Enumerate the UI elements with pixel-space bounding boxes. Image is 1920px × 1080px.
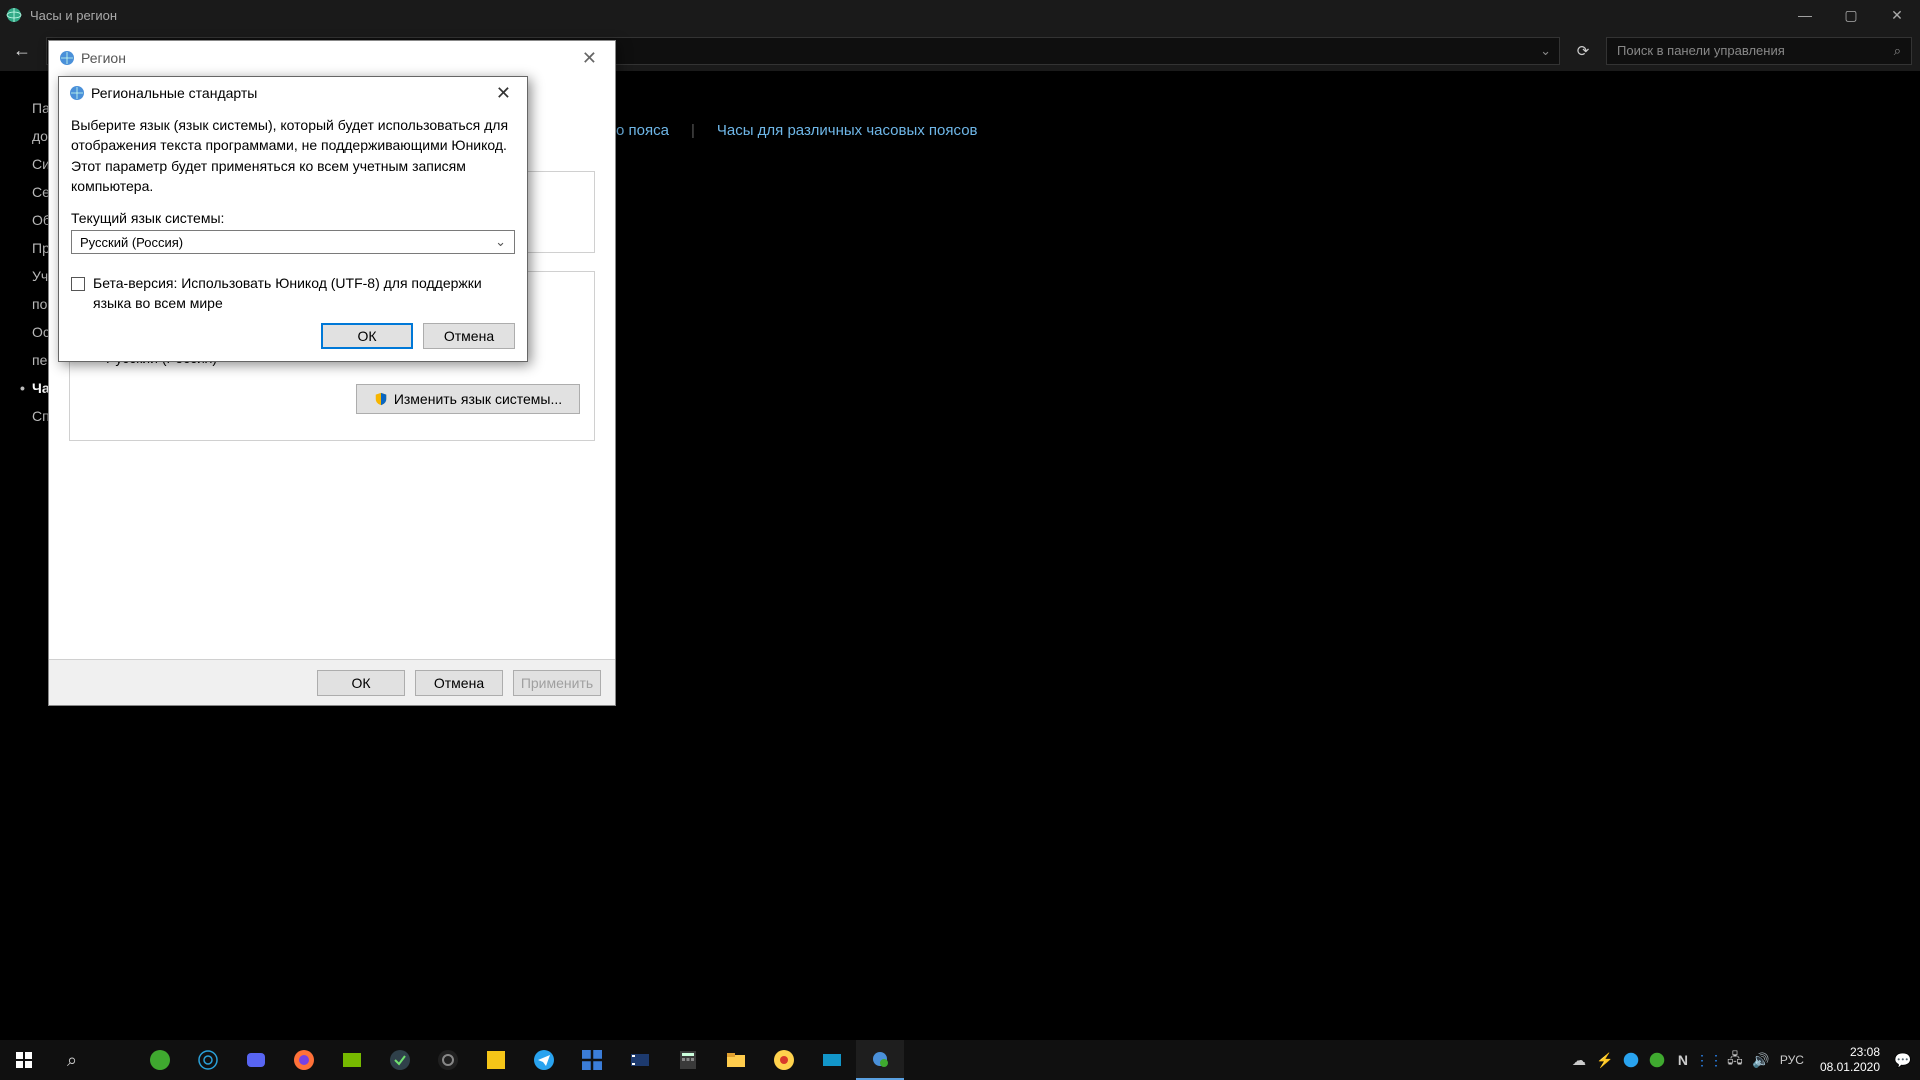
- taskbar-app-6[interactable]: [376, 1040, 424, 1080]
- taskbar: ⌕: [0, 1040, 1920, 1080]
- taskbar-app-10[interactable]: [568, 1040, 616, 1080]
- close-icon[interactable]: ✕: [574, 46, 605, 71]
- link-timezone-tail[interactable]: о пояса: [616, 122, 669, 139]
- left-sidebar: Па до Си Се Об Пр Уч по Ос пе Ча Сп: [0, 72, 48, 1040]
- sidebar-item[interactable]: по: [0, 290, 48, 318]
- taskbar-app-15[interactable]: [808, 1040, 856, 1080]
- taskbar-app-discord[interactable]: [232, 1040, 280, 1080]
- chevron-down-icon[interactable]: ⌄: [1540, 43, 1551, 59]
- start-button[interactable]: [0, 1040, 48, 1080]
- taskbar-app-torrent[interactable]: [136, 1040, 184, 1080]
- apply-button: Применить: [513, 670, 601, 696]
- dialog-titlebar[interactable]: Региональные стандарты ✕: [59, 77, 527, 109]
- dialog-footer: ОК Отмена Применить: [49, 659, 615, 705]
- back-button[interactable]: ←: [8, 37, 36, 65]
- locale-select-value: Русский (Россия): [80, 235, 183, 250]
- window-titlebar[interactable]: Часы и регион — ▢ ✕: [0, 0, 1920, 30]
- link-world-clocks[interactable]: Часы для различных часовых поясов: [717, 122, 978, 139]
- taskbar-app-obs[interactable]: [424, 1040, 472, 1080]
- close-button[interactable]: ✕: [1874, 0, 1920, 30]
- close-icon[interactable]: ✕: [490, 81, 517, 106]
- utf8-beta-checkbox[interactable]: Бета-версия: Использовать Юникод (UTF-8)…: [71, 274, 515, 313]
- shield-icon: [374, 392, 388, 406]
- current-locale-label: Текущий язык системы:: [71, 210, 515, 226]
- system-tray: ☁ ⚡ N ⋮⋮ 🖧 🔊 РУС 23:08 08.01.2020 💬: [1566, 1040, 1920, 1080]
- ok-button[interactable]: ОК: [317, 670, 405, 696]
- sidebar-item[interactable]: Ос: [0, 318, 48, 346]
- chevron-down-icon: ⌄: [495, 234, 506, 250]
- sidebar-item[interactable]: Пр: [0, 234, 48, 262]
- dialog-titlebar[interactable]: Регион ✕: [49, 41, 615, 75]
- locale-description: Выберите язык (язык системы), который бу…: [71, 115, 515, 196]
- refresh-button[interactable]: ⟳: [1568, 37, 1598, 65]
- taskbar-app-region-active[interactable]: [856, 1040, 904, 1080]
- taskbar-app-2[interactable]: [184, 1040, 232, 1080]
- tray-telegram-icon[interactable]: [1618, 1040, 1644, 1080]
- tray-date: 08.01.2020: [1820, 1060, 1880, 1075]
- ok-button[interactable]: ОК: [321, 323, 413, 349]
- change-system-locale-button[interactable]: Изменить язык системы...: [356, 384, 580, 414]
- minimize-button[interactable]: —: [1782, 0, 1828, 30]
- globe-icon: [6, 7, 22, 23]
- cancel-button[interactable]: Отмена: [415, 670, 503, 696]
- tray-notifications-icon[interactable]: 💬: [1890, 1040, 1916, 1080]
- dialog-footer-buttons: ОК Отмена: [71, 323, 515, 349]
- tray-bolt-icon[interactable]: ⚡: [1592, 1040, 1618, 1080]
- window-controls: — ▢ ✕: [1782, 0, 1920, 30]
- taskbar-app-nvidia[interactable]: [328, 1040, 376, 1080]
- tray-network-icon[interactable]: 🖧: [1722, 1040, 1748, 1080]
- tray-time: 23:08: [1820, 1045, 1880, 1060]
- sidebar-item[interactable]: пе: [0, 346, 48, 374]
- sidebar-item[interactable]: Се: [0, 178, 48, 206]
- sidebar-item[interactable]: Уч: [0, 262, 48, 290]
- globe-icon: [59, 50, 75, 66]
- checkbox-label: Бета-версия: Использовать Юникод (UTF-8)…: [93, 274, 515, 313]
- tray-bluetooth-icon[interactable]: ⋮⋮: [1696, 1040, 1722, 1080]
- regional-standards-dialog: Региональные стандарты ✕ Выберите язык (…: [58, 76, 528, 362]
- link-separator: |: [691, 122, 695, 139]
- sidebar-item-active[interactable]: Ча: [0, 374, 48, 402]
- globe-icon: [69, 85, 85, 101]
- tray-torrent-icon[interactable]: [1644, 1040, 1670, 1080]
- right-content: о пояса | Часы для различных часовых поя…: [616, 100, 978, 1040]
- window-title: Часы и регион: [30, 8, 117, 23]
- search-box[interactable]: Поиск в панели управления ⌕: [1606, 37, 1912, 65]
- taskbar-app-calculator[interactable]: [664, 1040, 712, 1080]
- sidebar-item[interactable]: Сп: [0, 402, 48, 430]
- taskbar-app-yandex[interactable]: [760, 1040, 808, 1080]
- header-links: о пояса | Часы для различных часовых поя…: [616, 122, 978, 139]
- taskbar-app-player[interactable]: [472, 1040, 520, 1080]
- maximize-button[interactable]: ▢: [1828, 0, 1874, 30]
- tray-cloud-icon[interactable]: ☁: [1566, 1040, 1592, 1080]
- tray-volume-icon[interactable]: 🔊: [1748, 1040, 1774, 1080]
- taskbar-app-firefox[interactable]: [280, 1040, 328, 1080]
- taskbar-app-explorer[interactable]: [712, 1040, 760, 1080]
- checkbox-box[interactable]: [71, 277, 85, 291]
- tray-n-icon[interactable]: N: [1670, 1040, 1696, 1080]
- taskbar-app-telegram[interactable]: [520, 1040, 568, 1080]
- search-placeholder: Поиск в панели управления: [1617, 43, 1785, 58]
- tray-clock[interactable]: 23:08 08.01.2020: [1810, 1045, 1890, 1075]
- locale-select[interactable]: Русский (Россия) ⌄: [71, 230, 515, 254]
- globe-icon: [872, 1051, 888, 1067]
- sidebar-item[interactable]: Об: [0, 206, 48, 234]
- taskbar-app-video[interactable]: [616, 1040, 664, 1080]
- sidebar-item[interactable]: Си: [0, 150, 48, 178]
- search-icon: ⌕: [1894, 43, 1901, 59]
- taskbar-search-icon[interactable]: ⌕: [48, 1040, 96, 1080]
- dialog-title: Региональные стандарты: [91, 85, 257, 101]
- dialog-title: Регион: [81, 50, 126, 66]
- sidebar-item[interactable]: Па: [0, 94, 48, 122]
- cancel-button[interactable]: Отмена: [423, 323, 515, 349]
- tray-language[interactable]: РУС: [1774, 1040, 1810, 1080]
- sidebar-item[interactable]: до: [0, 122, 48, 150]
